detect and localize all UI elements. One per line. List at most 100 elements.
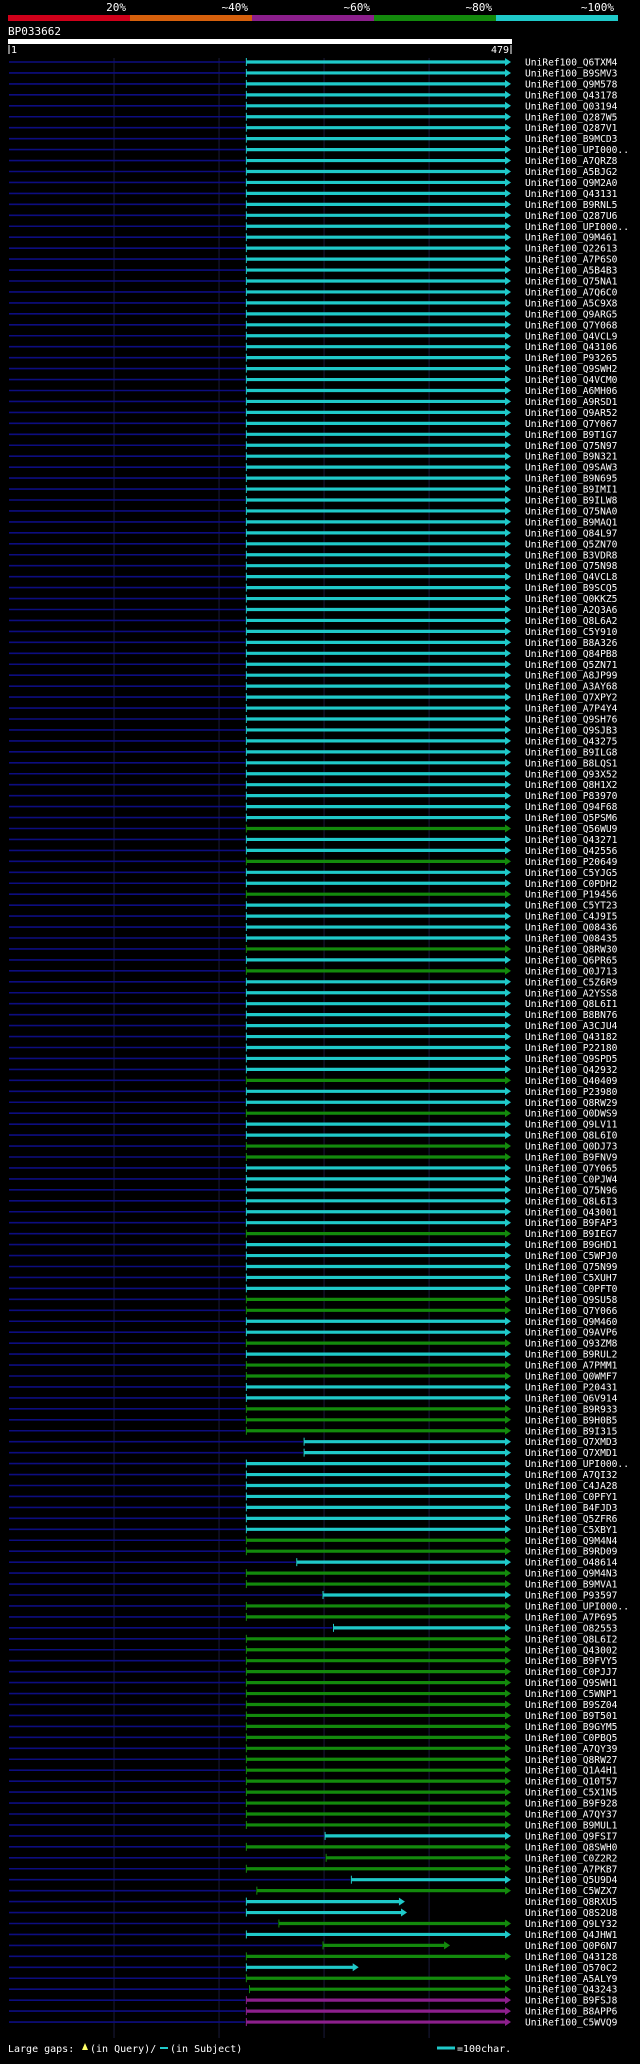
- hit-label: UniRef100_UPI000..: [525, 145, 629, 156]
- hit-arrow: [505, 1919, 511, 1928]
- hit-label: UniRef100_Q7Y065: [525, 1163, 617, 1174]
- hit-arrow: [505, 1350, 511, 1359]
- hit-arrow: [505, 266, 511, 275]
- hit-label: UniRef100_B8A326: [525, 638, 618, 649]
- hit-arrow: [505, 1120, 511, 1129]
- hit-arrow: [505, 1974, 511, 1983]
- hit-label: UniRef100_A7PMM1: [525, 1361, 618, 1372]
- hit-arrow: [505, 835, 511, 844]
- hit-arrow: [505, 550, 511, 559]
- hit-arrow: [505, 79, 511, 88]
- hit-label: UniRef100_Q84L97: [525, 528, 618, 539]
- hit-label: UniRef100_Q84PB8: [525, 649, 618, 660]
- hit-label: UniRef100_Q43001: [525, 1207, 618, 1218]
- hit-arrow: [505, 342, 511, 351]
- hit-arrow: [505, 189, 511, 198]
- hit-label: UniRef100_B9RNL5: [525, 200, 617, 211]
- hit-label: UniRef100_Q6TXM4: [525, 58, 618, 69]
- hit-arrow: [505, 1010, 511, 1019]
- hit-label: UniRef100_Q0WMF7: [525, 1372, 618, 1383]
- hit-label: UniRef100_Q4VCL8: [525, 572, 618, 583]
- hit-arrow: [505, 1459, 511, 1468]
- hit-arrow: [505, 736, 511, 745]
- hit-label: UniRef100_C5XBY1: [525, 1525, 618, 1536]
- hit-arrow: [505, 671, 511, 680]
- hit-label: UniRef100_Q8RW29: [525, 1098, 618, 1109]
- hit-arrow: [505, 977, 511, 986]
- hit-arrow: [401, 1908, 408, 1917]
- hit-label: UniRef100_A7PKB7: [525, 1864, 618, 1875]
- query-start-label: 1: [11, 45, 17, 56]
- hit-arrow: [505, 682, 511, 691]
- query-gap-icon: [82, 2043, 88, 2050]
- hit-arrow: [505, 331, 511, 340]
- hit-arrow: [505, 846, 511, 855]
- hit-arrow: [505, 802, 511, 811]
- hit-label: UniRef100_Q42556: [525, 846, 618, 857]
- hit-arrow: [505, 1678, 511, 1687]
- hit-label: UniRef100_C5WNP1: [525, 1689, 618, 1700]
- query-bar: [8, 39, 512, 44]
- hit-arrow: [505, 1306, 511, 1315]
- hit-label: UniRef100_B9SCQ5: [525, 583, 617, 594]
- legend-segment: [130, 15, 252, 21]
- hit-label: UniRef100_Q03194: [525, 101, 618, 112]
- hit-label: UniRef100_Q40409: [525, 1076, 618, 1087]
- hit-label: UniRef100_B9FVY5: [525, 1656, 617, 1667]
- scale-label: =100char.: [457, 2044, 511, 2055]
- hit-label: UniRef100_C0Z2R2: [525, 1853, 617, 1864]
- hit-label: UniRef100_B9R933: [525, 1404, 618, 1415]
- hit-label: UniRef100_Q43182: [525, 1032, 617, 1043]
- hit-arrow: [505, 1810, 511, 1818]
- hit-arrow: [505, 857, 511, 866]
- hit-arrow: [505, 101, 511, 110]
- hit-arrow: [505, 1580, 511, 1589]
- hit-label: UniRef100_Q9AR52: [525, 408, 617, 419]
- hit-arrow: [505, 1711, 511, 1720]
- legend-label: 20%: [106, 1, 126, 14]
- hit-arrow: [505, 1656, 511, 1665]
- hit-arrow: [505, 1525, 511, 1534]
- hit-label: UniRef100_Q43271: [525, 835, 618, 846]
- hit-label: UniRef100_Q9M4N4: [525, 1536, 618, 1547]
- hit-label: UniRef100_B9ILG8: [525, 747, 618, 758]
- hit-label: UniRef100_Q9LY32: [525, 1919, 617, 1930]
- hit-arrow: [505, 1930, 511, 1939]
- hit-arrow: [505, 824, 511, 833]
- hit-label: UniRef100_A7P6S0: [525, 255, 618, 266]
- hit-arrow: [505, 966, 511, 975]
- hit-arrow: [505, 660, 511, 669]
- hit-arrow: [505, 1065, 511, 1074]
- hit-arrow: [505, 638, 511, 647]
- hit-label: UniRef100_B9MVA1: [525, 1580, 618, 1591]
- hit-arrow: [505, 1569, 511, 1578]
- hit-label: UniRef100_Q8RW27: [525, 1755, 618, 1766]
- hit-label: UniRef100_Q287V1: [525, 123, 618, 134]
- hit-arrow: [505, 1076, 511, 1085]
- hit-label: UniRef100_Q43106: [525, 342, 618, 353]
- hit-arrow: [505, 1481, 511, 1490]
- hit-label: UniRef100_Q8H1X2: [525, 780, 617, 791]
- hit-label: UniRef100_Q8RW30: [525, 944, 618, 955]
- hit-label: UniRef100_Q94F68: [525, 802, 618, 813]
- hit-label: UniRef100_C5Z6R9: [525, 977, 618, 988]
- hit-label: UniRef100_Q9M460: [525, 1317, 618, 1328]
- legend-label: ~100%: [581, 1, 614, 14]
- hit-label: UniRef100_Q0P6N7: [525, 1941, 618, 1952]
- hit-label: UniRef100_Q4VCM0: [525, 375, 618, 386]
- hit-arrow: [505, 1273, 511, 1282]
- hit-arrow: [505, 1766, 511, 1775]
- hit-label: UniRef100_O48614: [525, 1558, 618, 1569]
- hit-label: UniRef100_P22180: [525, 1043, 618, 1054]
- hit-arrow: [505, 1612, 511, 1621]
- hit-arrow: [505, 923, 511, 932]
- hit-label: UniRef100_A7P4Y4: [525, 704, 618, 715]
- hit-label: UniRef100_Q9FSI7: [525, 1831, 618, 1842]
- hit-arrow: [505, 233, 511, 242]
- hit-arrow: [505, 517, 511, 526]
- hit-arrow: [505, 485, 511, 494]
- hit-label: UniRef100_A7P695: [525, 1612, 617, 1623]
- hit-arrow: [505, 1722, 511, 1731]
- hit-arrow: [505, 397, 511, 406]
- hit-arrow: [505, 901, 511, 910]
